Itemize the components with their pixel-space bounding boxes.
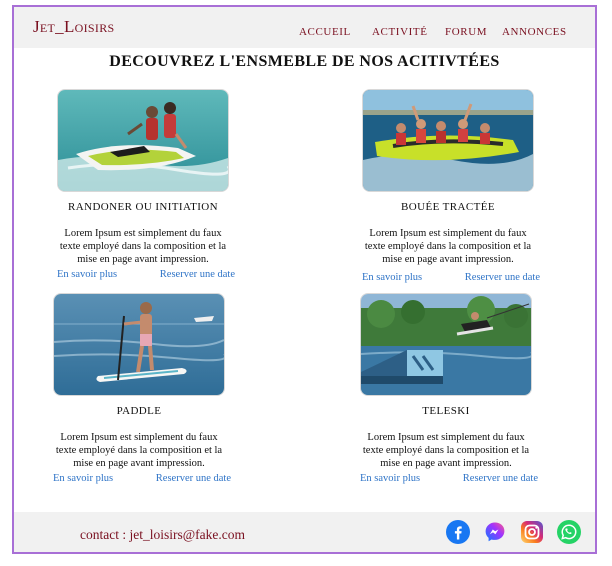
activity-description: Lorem Ipsum est simplement du faux texte… [55,432,223,469]
site-logo[interactable]: Jet_Loisirs [33,17,114,37]
activity-card-jetski: Randoner ou initiation Lorem Ipsum est s… [51,90,235,283]
book-date-link[interactable]: Reserver une date [160,269,235,280]
facebook-icon[interactable] [446,520,470,544]
learn-more-link[interactable]: En savoir plus [53,473,113,484]
activity-links: En savoir plus Reserver une date [354,473,538,487]
activity-description: Lorem Ipsum est simplement du faux texte… [362,432,530,469]
book-date-link[interactable]: Reserver une date [465,272,540,283]
whatsapp-icon[interactable] [557,520,581,544]
learn-more-link[interactable]: En savoir plus [360,473,420,484]
nav-link-activite[interactable]: Activité [372,26,428,38]
activity-card-teleski: Teleski Lorem Ipsum est simplement du fa… [354,294,538,487]
bouee-photo[interactable] [363,90,533,191]
contact-email[interactable]: contact : jet_loisirs@fake.com [80,527,245,543]
nav-link-accueil[interactable]: Accueil [299,26,351,38]
activity-links: En savoir plus Reserver une date [356,272,540,286]
book-date-link[interactable]: Reserver une date [156,473,231,484]
activity-card-bouee: Bouée tractée Lorem Ipsum est simplement… [356,90,540,286]
learn-more-link[interactable]: En savoir plus [57,269,117,280]
book-date-link[interactable]: Reserver une date [463,473,538,484]
learn-more-link[interactable]: En savoir plus [362,272,422,283]
activity-title: Bouée tractée [401,201,495,213]
page-title: Decouvrez l'ensmeble de nos acitivtées [109,53,500,70]
activity-links: En savoir plus Reserver une date [47,473,231,487]
activity-description: Lorem Ipsum est simplement du faux texte… [59,228,227,265]
activity-title: Paddle [116,405,162,417]
messenger-icon[interactable] [483,520,507,544]
instagram-icon[interactable] [520,520,544,544]
activity-card-paddle: Paddle Lorem Ipsum est simplement du fau… [47,294,231,487]
nav-link-annonces[interactable]: Annonces [502,26,567,38]
nav-link-forum[interactable]: Forum [445,26,487,38]
site-header: Jet_Loisirs Accueil Activité Forum Annon… [14,7,595,48]
teleski-photo[interactable] [361,294,531,395]
activity-title: Teleski [422,405,470,417]
site-footer: contact : jet_loisirs@fake.com [14,512,595,552]
activity-title: Randoner ou initiation [68,201,218,213]
jetski-photo[interactable] [58,90,228,191]
page-frame: Jet_Loisirs Accueil Activité Forum Annon… [12,5,597,554]
activity-description: Lorem Ipsum est simplement du faux texte… [364,228,532,265]
activity-links: En savoir plus Reserver une date [51,269,235,283]
paddle-photo[interactable] [54,294,224,395]
